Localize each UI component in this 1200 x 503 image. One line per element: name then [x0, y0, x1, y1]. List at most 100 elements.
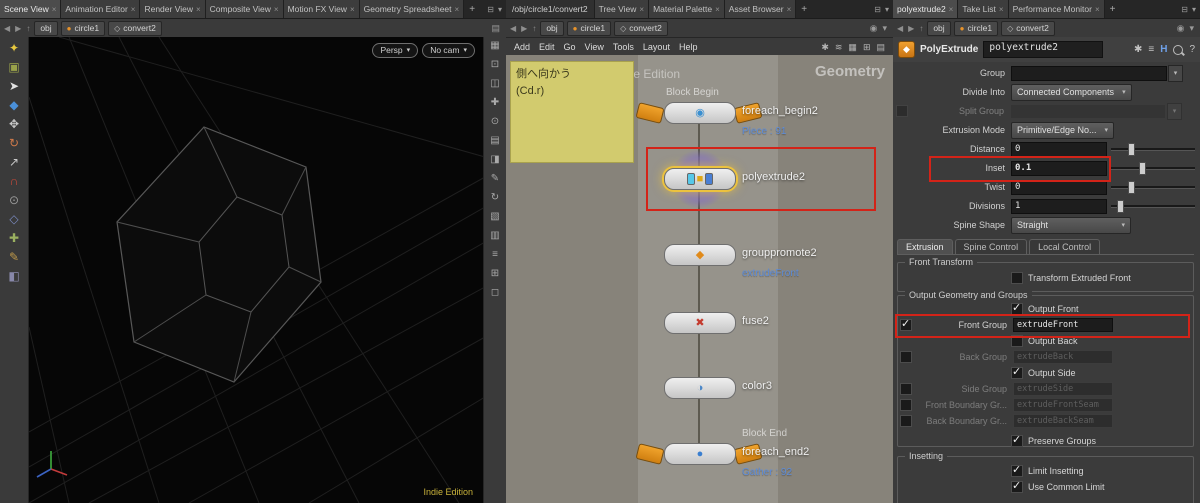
inset-input[interactable]: 0.1	[1011, 160, 1107, 176]
close-icon[interactable]: ×	[639, 5, 644, 14]
menu-help[interactable]: Help	[679, 42, 698, 52]
breadcrumb-convert2[interactable]: ◇ convert2	[108, 20, 162, 36]
divisions-slider[interactable]	[1111, 199, 1195, 213]
network-canvas[interactable]: Indie Edition Geometry 側へ向かう (Cd.r) ◉ Bl…	[506, 55, 893, 503]
front-boundary-toggle[interactable]	[900, 399, 912, 411]
pane-menu-icon[interactable]: ▾	[498, 5, 502, 14]
render-flag-icon[interactable]	[705, 173, 714, 185]
back-boundary-input[interactable]: extrudeBackSeam	[1013, 414, 1113, 428]
divide-into-menu[interactable]: Connected Components ▾	[1011, 83, 1132, 101]
view-option-icon-13[interactable]: ⊞	[491, 269, 499, 279]
tab-performance-monitor[interactable]: Performance Monitor ×	[1008, 0, 1105, 18]
slider-handle[interactable]	[1138, 162, 1146, 175]
use-common-limit-checkbox[interactable]	[1011, 479, 1023, 493]
side-group-input[interactable]: extrudeSide	[1013, 382, 1113, 396]
close-icon[interactable]: ×	[999, 5, 1004, 14]
menu-tools[interactable]: Tools	[613, 42, 634, 52]
breadcrumb-obj[interactable]: obj	[540, 20, 564, 36]
camera-selector[interactable]: No cam ▾	[422, 43, 475, 58]
split-group-input[interactable]	[1010, 103, 1166, 119]
tab-spine-control[interactable]: Spine Control	[954, 239, 1028, 254]
view-option-icon-2[interactable]: ⊡	[491, 60, 499, 70]
side-group-toggle[interactable]	[900, 383, 912, 395]
close-icon[interactable]: ×	[1095, 5, 1100, 14]
tab-extrusion[interactable]: Extrusion	[897, 239, 953, 254]
close-icon[interactable]: ×	[350, 5, 355, 14]
tab-material-palette[interactable]: Material Palette ×	[649, 0, 725, 18]
view-option-icon-3[interactable]: ◫	[490, 79, 499, 89]
view-option-icon-4[interactable]: ✚	[491, 98, 499, 108]
rotate-tool-icon[interactable]: ↻	[9, 137, 19, 149]
distance-slider[interactable]	[1111, 142, 1195, 156]
output-front-checkbox[interactable]	[1011, 301, 1023, 315]
forward-icon[interactable]: ▶	[520, 24, 528, 33]
pane-menu-icon[interactable]: ▾	[1192, 5, 1196, 14]
node-fuse2[interactable]: ✖ fuse2	[664, 312, 769, 334]
secure-selection-icon[interactable]: ◆	[9, 99, 18, 111]
help-icon[interactable]: ?	[1189, 44, 1195, 55]
display-flag-icon[interactable]	[686, 173, 695, 185]
group-input[interactable]	[1011, 65, 1167, 81]
pane-minimize-icon[interactable]: ⊟	[874, 5, 881, 14]
new-tab-button[interactable]: +	[1105, 0, 1121, 18]
paint-tool-icon[interactable]: ✎	[9, 251, 19, 263]
tab-render-view[interactable]: Render View ×	[140, 0, 206, 18]
pane-minimize-icon[interactable]: ⊟	[487, 5, 494, 14]
close-icon[interactable]: ×	[715, 5, 720, 14]
tab-geometry-spreadsheet[interactable]: Geometry Spreadsheet ×	[359, 0, 465, 18]
wand-tool-icon[interactable]: ✦	[9, 42, 19, 54]
close-icon[interactable]: ×	[131, 5, 136, 14]
view-option-icon-12[interactable]: ≡	[492, 250, 498, 260]
inset-slider[interactable]	[1111, 161, 1195, 175]
select-tool-icon[interactable]: ➤	[9, 80, 19, 92]
up-icon[interactable]: ↑	[25, 24, 31, 33]
net-tool-icon-3[interactable]: ▦	[848, 42, 857, 53]
breadcrumb-circle1[interactable]: ● circle1	[60, 20, 106, 36]
slider-handle[interactable]	[1127, 143, 1135, 156]
pose-tool-icon[interactable]: ◇	[9, 213, 18, 225]
node-grouppromote2[interactable]: ◆ grouppromote2 extrudeFront	[664, 244, 817, 279]
translate-tool-icon[interactable]: ✥	[9, 118, 19, 130]
new-tab-button[interactable]: +	[464, 0, 480, 18]
slider-handle[interactable]	[1116, 200, 1124, 213]
view-option-icon-7[interactable]: ◨	[490, 155, 499, 165]
tab-polyextrude2[interactable]: polyextrude2 ×	[893, 0, 959, 18]
net-tool-icon-2[interactable]: ≋	[835, 42, 843, 53]
node-polyextrude2[interactable]: ■ polyextrude2	[664, 150, 805, 208]
split-group-toggle[interactable]	[896, 105, 908, 117]
view-option-icon-8[interactable]: ✎	[491, 174, 499, 184]
node-foreach-end2[interactable]: ● Block End foreach_end2 Gather : 92	[635, 428, 809, 478]
node-foreach-begin2[interactable]: ◉ Block Begin foreach_begin2 Piece : 91	[635, 87, 818, 137]
back-group-input[interactable]: extrudeBack	[1013, 350, 1113, 364]
node-color3[interactable]: ◑ color3	[664, 377, 772, 399]
menu-go[interactable]: Go	[564, 42, 576, 52]
tab-scene-view[interactable]: Scene View ×	[0, 0, 62, 18]
group-dropdown-icon[interactable]: ▾	[1168, 64, 1183, 82]
output-side-checkbox[interactable]	[1011, 365, 1023, 379]
pin-icon[interactable]: ◉	[1177, 23, 1185, 34]
forward-icon[interactable]: ▶	[14, 24, 22, 33]
pane-expand-icon[interactable]: ▾	[1189, 23, 1194, 34]
node-name-field[interactable]: polyextrude2	[983, 41, 1104, 58]
tab-asset-browser[interactable]: Asset Browser ×	[724, 0, 797, 18]
net-tool-icon-5[interactable]: ▤	[876, 42, 885, 53]
gear-icon[interactable]: ✱	[1134, 44, 1142, 55]
menu-layout[interactable]: Layout	[643, 42, 670, 52]
view-option-icon-5[interactable]: ⊙	[491, 117, 499, 127]
breadcrumb-convert2[interactable]: ◇ convert2	[1001, 20, 1055, 36]
close-icon[interactable]: ×	[949, 5, 954, 14]
viewport-3d[interactable]: Persp ▾ No cam ▾ Indie Edition	[29, 37, 483, 503]
extrusion-mode-menu[interactable]: Primitive/Edge No... ▾	[1011, 121, 1115, 139]
snapshot-icon[interactable]: ▤	[491, 23, 500, 34]
close-icon[interactable]: ×	[196, 5, 201, 14]
tab-composite-view[interactable]: Composite View ×	[205, 0, 284, 18]
back-group-toggle[interactable]	[900, 351, 912, 363]
sliders-icon[interactable]: ≡	[1148, 44, 1154, 55]
houdini-help-icon[interactable]: H	[1160, 44, 1167, 55]
front-group-input[interactable]: extrudeFront	[1013, 318, 1113, 332]
close-icon[interactable]: ×	[455, 5, 460, 14]
tab-local-control[interactable]: Local Control	[1029, 239, 1101, 254]
pin-icon[interactable]: ◉	[870, 23, 878, 34]
tab-tree-view[interactable]: Tree View ×	[594, 0, 650, 18]
pane-minimize-icon[interactable]: ⊟	[1181, 5, 1188, 14]
